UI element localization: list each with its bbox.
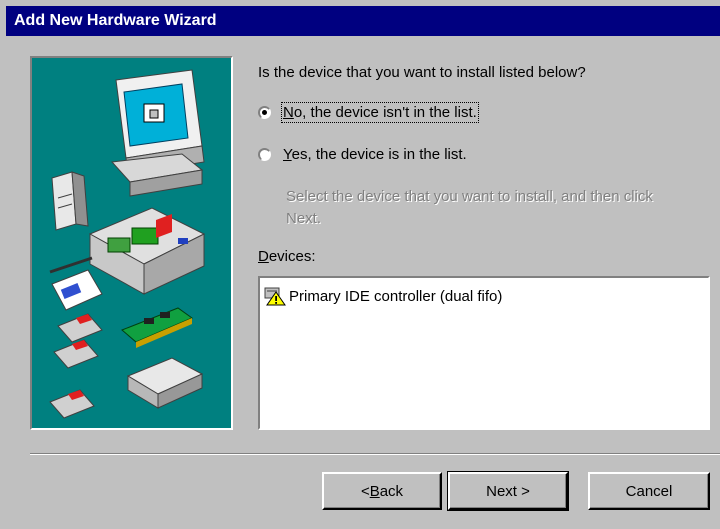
cancel-button[interactable]: Cancel [588, 472, 710, 510]
radio-not-in-list[interactable]: No, the device isn't in the list. [258, 102, 479, 123]
install-question: Is the device that you want to install l… [258, 64, 586, 81]
devices-label: Devices: [258, 248, 316, 265]
devices-label-text: evices: [268, 248, 316, 265]
devices-listbox[interactable]: Primary IDE controller (dual fifo) [258, 276, 710, 430]
radio-in-list[interactable]: Yes, the device is in the list. [258, 146, 467, 163]
warning-device-icon [264, 287, 286, 306]
device-name: Primary IDE controller (dual fifo) [289, 287, 503, 305]
wizard-window: Add New Hardware Wizard Is the device th… [0, 0, 720, 529]
disabled-hint-text: Select the device that you want to insta… [286, 188, 653, 227]
next-button[interactable]: Next > [447, 471, 569, 511]
back-button-text: ack [379, 482, 404, 500]
radio-button-checked[interactable] [258, 106, 271, 119]
list-item[interactable]: Primary IDE controller (dual fifo) [264, 286, 502, 306]
title-bar[interactable]: Add New Hardware Wizard [6, 6, 720, 36]
next-button-label: Next > [486, 482, 530, 500]
cancel-button-label: Cancel [625, 482, 673, 500]
accelerator-key: D [258, 248, 269, 265]
back-button[interactable]: < Back [322, 472, 442, 510]
radio-button-unchecked[interactable] [258, 148, 271, 161]
option-text: o, the device isn't in the list. [293, 104, 477, 121]
accelerator-key: B [369, 482, 380, 500]
hardware-illustration [30, 56, 233, 430]
hardware-illustration-image [49, 69, 206, 419]
accelerator-key: N [283, 104, 294, 121]
window-title: Add New Hardware Wizard [14, 12, 217, 29]
radio-not-in-list-label[interactable]: No, the device isn't in the list. [281, 102, 479, 123]
option-text: es, the device is in the list. [291, 146, 467, 163]
back-button-prefix: < [360, 482, 370, 500]
radio-in-list-label[interactable]: Yes, the device is in the list. [283, 146, 467, 163]
separator-line [30, 453, 720, 455]
accelerator-key: Y [283, 146, 292, 163]
